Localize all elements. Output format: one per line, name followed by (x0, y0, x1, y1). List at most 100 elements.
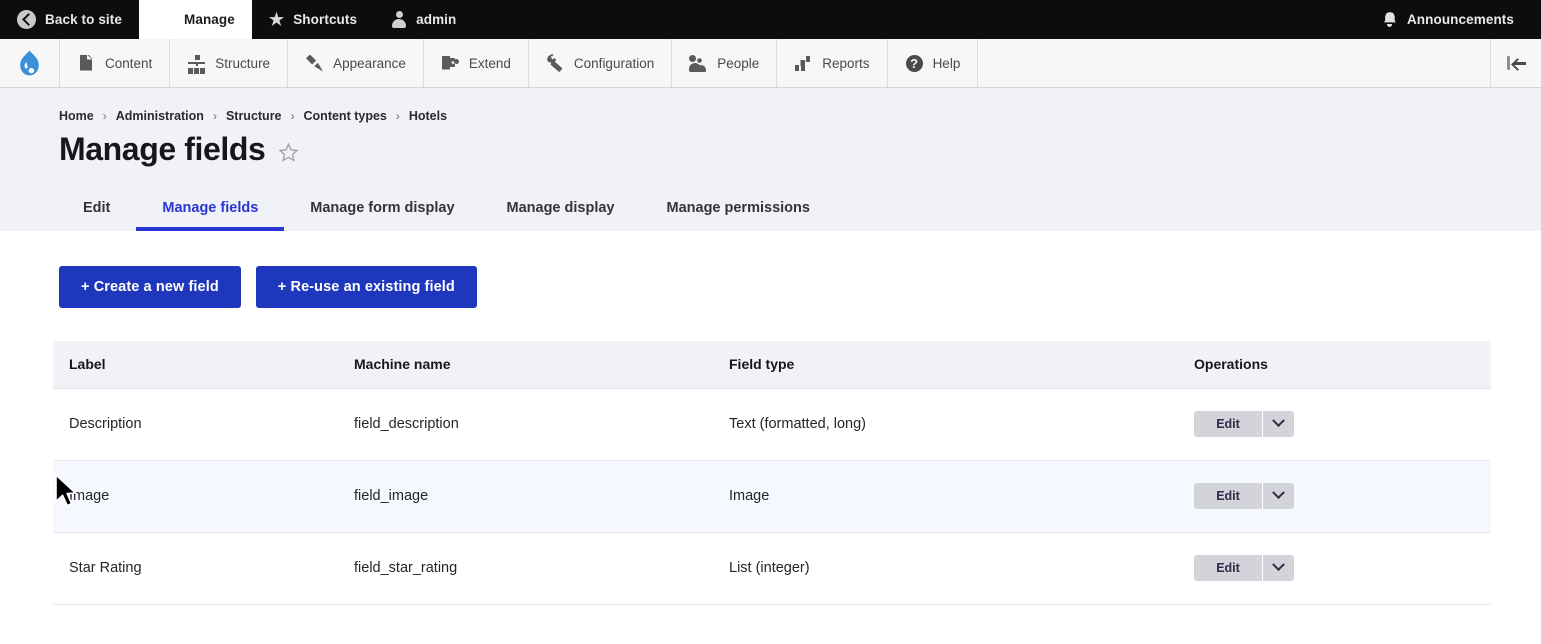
menu-item-configuration[interactable]: Configuration (529, 39, 673, 87)
drupal-droplet-logo-icon (19, 50, 40, 76)
table-header-row: Label Machine name Field type Operations (53, 340, 1491, 389)
collapse-sidebar-icon (1506, 56, 1526, 70)
dropbutton: Edit (1194, 410, 1294, 437)
tab-manage-form-display-label: Manage form display (310, 199, 455, 216)
cell-field-type: Text (formatted, long) (713, 388, 1178, 461)
people-icon (689, 54, 708, 73)
toolbar-announcements-button[interactable]: Announcements (1365, 0, 1531, 39)
chevron-down-icon (1272, 558, 1285, 572)
back-to-site-button[interactable]: Back to site (0, 0, 139, 39)
breadcrumb-item-content-types[interactable]: Content types (304, 109, 387, 123)
tab-manage-display-label: Manage display (506, 199, 615, 216)
dropbutton-toggle[interactable] (1263, 411, 1294, 437)
admin-menu-filler (978, 39, 1491, 87)
bar-chart-icon (794, 54, 813, 73)
main-content: + Create a new field + Re-use an existin… (0, 230, 1541, 605)
dropbutton: Edit (1194, 554, 1294, 581)
menu-item-content[interactable]: Content (60, 39, 171, 87)
menu-item-extend[interactable]: Extend (424, 39, 529, 87)
breadcrumb-separator: › (102, 109, 107, 123)
table-row[interactable]: Image field_image Image Edit (53, 460, 1491, 533)
toolbar-tab-shortcuts[interactable]: ★ Shortcuts (252, 0, 374, 39)
menu-item-extend-label: Extend (468, 55, 511, 71)
chevron-down-icon (1272, 486, 1285, 500)
edit-button[interactable]: Edit (1194, 411, 1262, 437)
column-header-operations: Operations (1178, 340, 1491, 389)
breadcrumb-item-home[interactable]: Home (59, 109, 94, 123)
breadcrumb: Home › Administration › Structure › Cont… (0, 88, 1541, 123)
star-icon: ★ (268, 10, 285, 29)
tab-manage-permissions-label: Manage permissions (666, 199, 810, 216)
drupal-logo-link[interactable] (0, 39, 60, 87)
menu-item-content-label: Content (105, 55, 153, 71)
menu-item-appearance-label: Appearance (333, 55, 406, 71)
toolbar-orientation-toggle[interactable] (1491, 39, 1541, 87)
person-icon (391, 11, 407, 28)
edit-button[interactable]: Edit (1194, 483, 1262, 509)
page-tabs: Edit Manage fields Manage form display M… (0, 168, 1541, 231)
cell-machine-name: field_star_rating (338, 532, 713, 605)
page-header-region: Home › Administration › Structure › Cont… (0, 88, 1541, 231)
announcements-label: Announcements (1406, 12, 1514, 27)
menu-item-people-label: People (717, 55, 760, 71)
cell-operations: Edit (1178, 388, 1491, 461)
breadcrumb-separator: › (395, 109, 400, 123)
cell-field-type: List (integer) (713, 532, 1178, 605)
menu-item-reports[interactable]: Reports (777, 39, 888, 87)
menu-item-appearance[interactable]: Appearance (288, 39, 424, 87)
tab-manage-form-display[interactable]: Manage form display (284, 190, 480, 231)
dropbutton-toggle[interactable] (1263, 555, 1294, 581)
admin-toolbar-top: Back to site Manage ★ Shortcuts admin An… (0, 0, 1541, 39)
cell-operations: Edit (1178, 460, 1491, 533)
breadcrumb-item-hotels[interactable]: Hotels (409, 109, 447, 123)
cell-operations: Edit (1178, 532, 1491, 605)
tab-manage-fields-label: Manage fields (162, 199, 259, 216)
tab-manage-permissions[interactable]: Manage permissions (641, 190, 836, 231)
toolbar-tab-manage[interactable]: Manage (138, 0, 252, 39)
shortcuts-label: Shortcuts (293, 12, 358, 27)
menu-item-people[interactable]: People (672, 39, 778, 87)
cell-label: Image (53, 460, 338, 533)
breadcrumb-item-structure[interactable]: Structure (226, 109, 282, 123)
menu-item-help-label: Help (932, 55, 961, 71)
user-name-label: admin (416, 12, 457, 27)
column-header-machine-name: Machine name (338, 340, 713, 389)
menu-item-reports-label: Reports (822, 55, 870, 71)
dropbutton-toggle[interactable] (1263, 483, 1294, 509)
menu-item-help[interactable]: Help (888, 39, 979, 87)
paintbrush-icon (305, 54, 324, 73)
menu-item-structure[interactable]: Structure (170, 39, 289, 87)
fields-table-head: Label Machine name Field type Operations (53, 340, 1491, 389)
document-icon (77, 54, 96, 73)
cell-machine-name: field_image (338, 460, 713, 533)
tab-edit-label: Edit (83, 199, 111, 216)
back-circle-icon (17, 10, 36, 29)
tab-manage-fields[interactable]: Manage fields (136, 190, 285, 231)
cell-machine-name: field_description (338, 388, 713, 461)
tab-edit[interactable]: Edit (59, 190, 136, 231)
breadcrumb-separator: › (212, 109, 217, 123)
star-outline-icon[interactable] (278, 142, 299, 163)
wrench-icon (546, 54, 565, 73)
table-row[interactable]: Star Rating field_star_rating List (inte… (53, 532, 1491, 605)
table-row[interactable]: Description field_description Text (form… (53, 388, 1491, 461)
manage-label: Manage (183, 12, 235, 27)
breadcrumb-separator: › (290, 109, 295, 123)
tab-manage-display[interactable]: Manage display (481, 190, 641, 231)
chevron-down-icon (1272, 414, 1285, 428)
cell-label: Star Rating (53, 532, 338, 605)
fields-table-body: Description field_description Text (form… (53, 388, 1491, 605)
edit-button[interactable]: Edit (1194, 555, 1262, 581)
dropbutton: Edit (1194, 482, 1294, 509)
create-new-field-button[interactable]: + Create a new field (59, 265, 241, 308)
cell-label: Description (53, 388, 338, 461)
menu-item-configuration-label: Configuration (573, 55, 655, 71)
reuse-existing-field-button[interactable]: + Re-use an existing field (255, 265, 477, 308)
page-title: Manage fields (59, 131, 266, 167)
toolbar-user-menu[interactable]: admin (374, 0, 473, 39)
field-actions: + Create a new field + Re-use an existin… (53, 231, 1491, 308)
breadcrumb-item-administration[interactable]: Administration (116, 109, 204, 123)
bell-icon (1382, 11, 1398, 28)
column-header-label: Label (53, 340, 338, 389)
